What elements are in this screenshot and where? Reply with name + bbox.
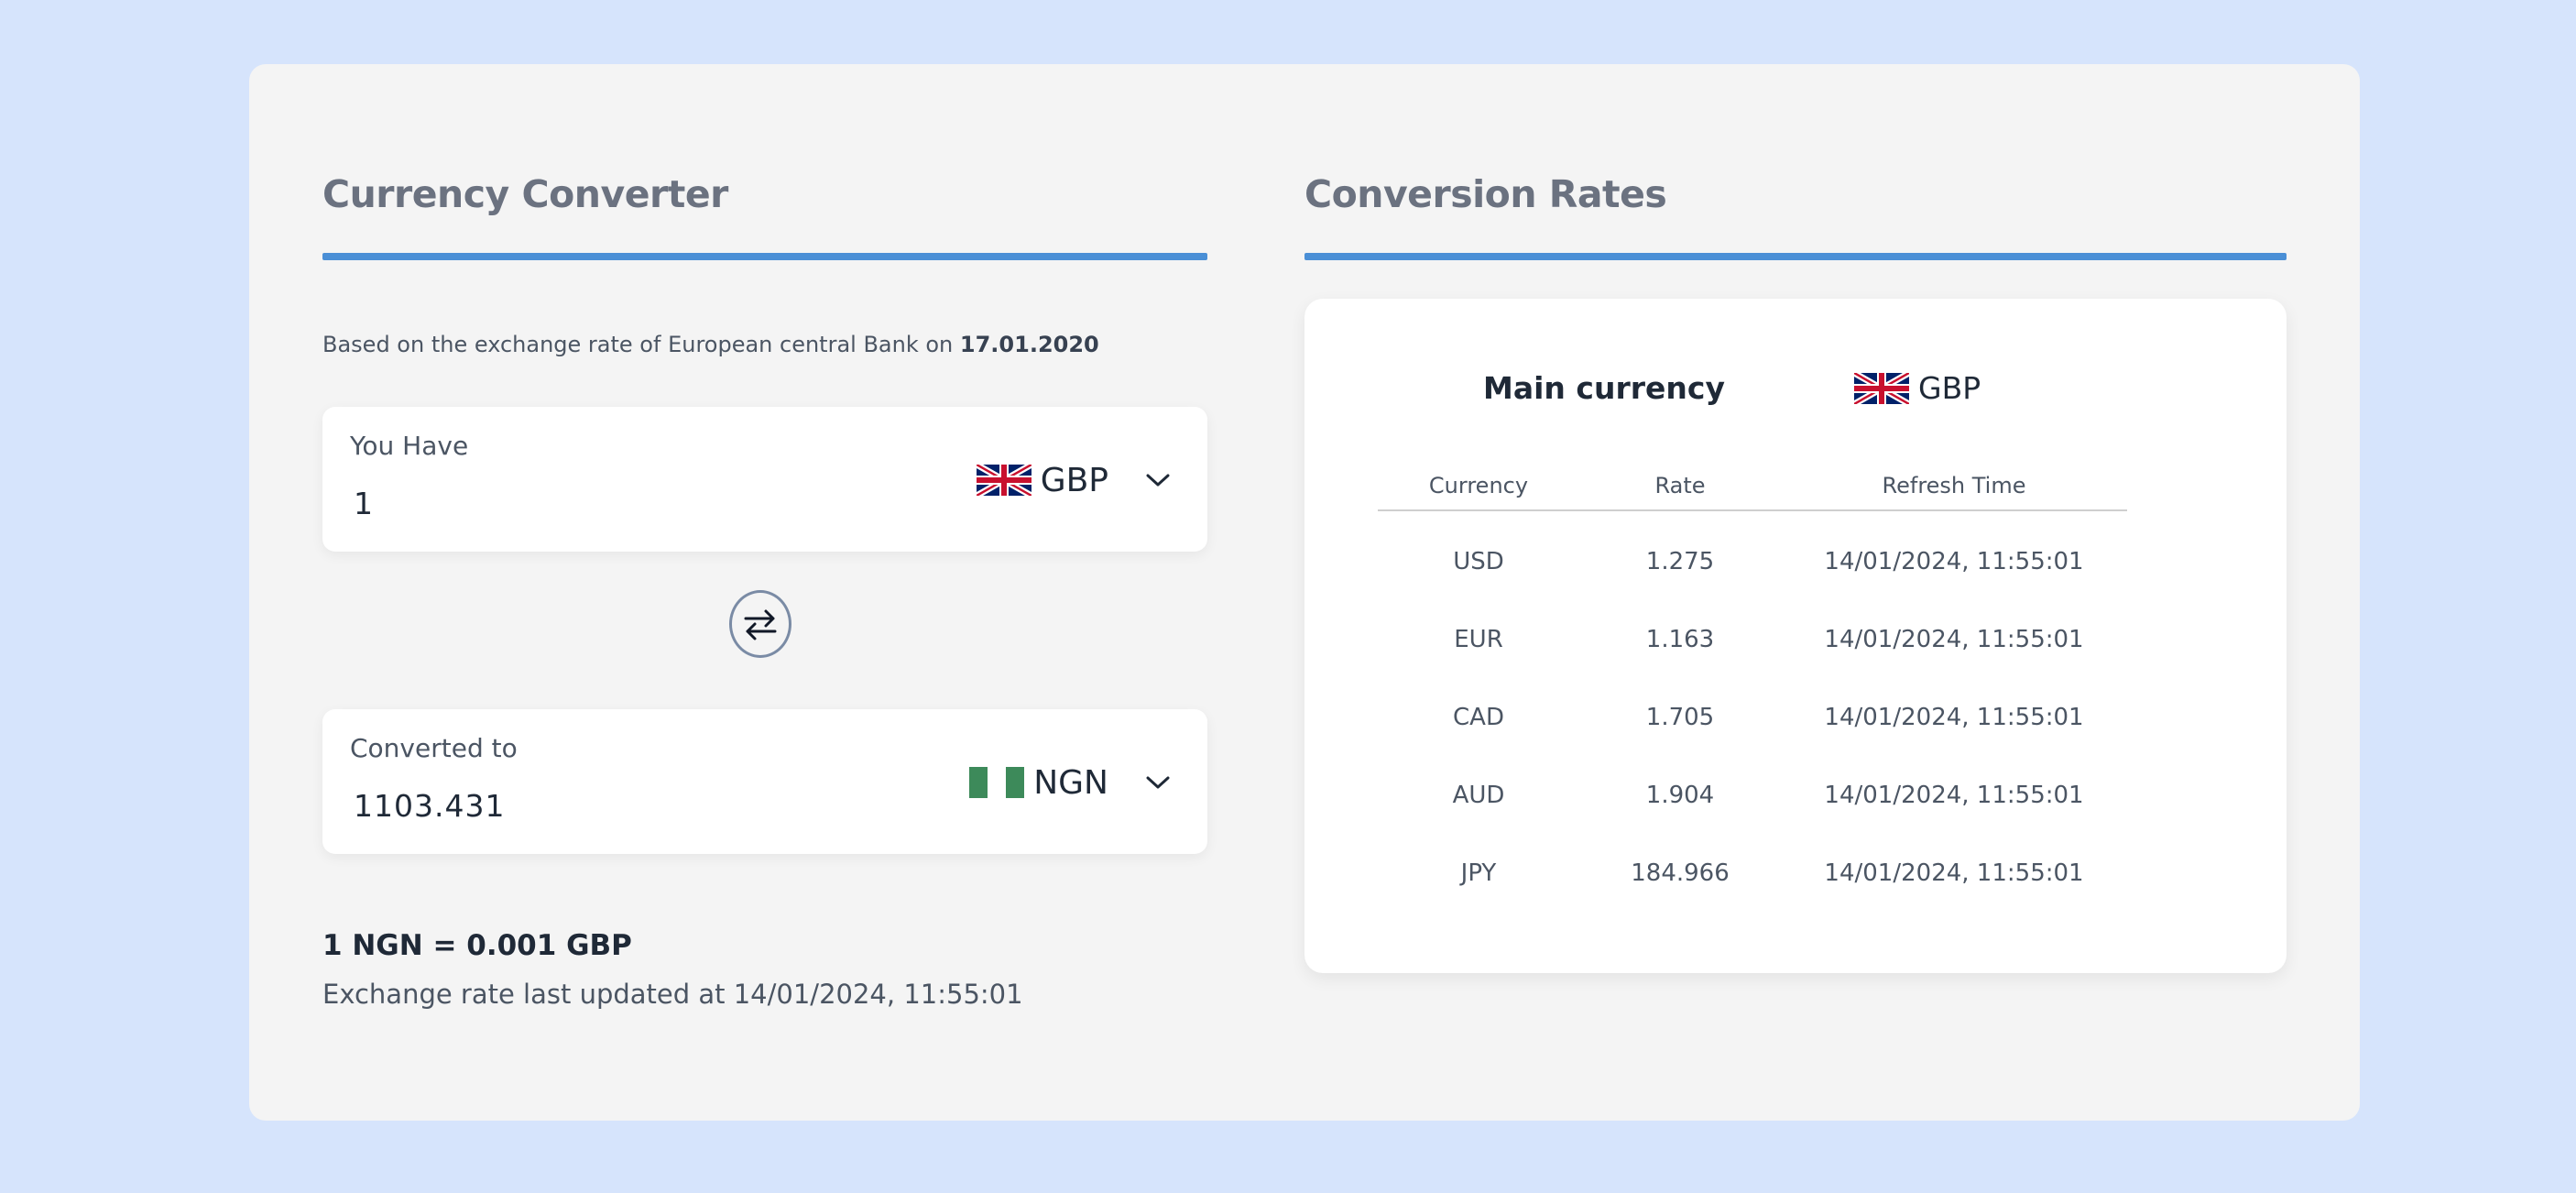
main-currency-display: GBP — [1854, 370, 1981, 406]
to-currency-code: NGN — [1033, 763, 1108, 802]
row-refresh-time: 14/01/2024, 11:55:01 — [1824, 625, 2084, 653]
uk-flag-icon — [1854, 372, 1909, 404]
row-refresh-time: 14/01/2024, 11:55:01 — [1824, 703, 2084, 731]
conversion-rates-title: Conversion Rates — [1304, 172, 1667, 216]
converted-to-box: Converted to 1103.431 NGN — [322, 709, 1207, 854]
converter-title: Currency Converter — [322, 172, 728, 216]
row-rate: 1.904 — [1645, 781, 1715, 809]
rates-table: Currency Rate Refresh Time USD 1.275 14/… — [1378, 462, 2127, 912]
row-rate: 1.163 — [1645, 625, 1715, 653]
you-have-amount-input[interactable]: 1 — [354, 486, 374, 521]
row-rate: 184.966 — [1631, 859, 1730, 887]
main-currency-label: Main currency — [1483, 370, 1725, 406]
converted-to-label: Converted to — [350, 733, 518, 763]
you-have-box: You Have 1 GBP — [322, 407, 1207, 552]
table-row: JPY 184.966 14/01/2024, 11:55:01 — [1378, 834, 2127, 912]
main-currency-code: GBP — [1918, 370, 1981, 406]
row-rate: 1.275 — [1645, 547, 1715, 575]
from-currency-code: GBP — [1040, 461, 1108, 499]
row-currency: JPY — [1460, 859, 1497, 887]
row-currency: CAD — [1453, 703, 1504, 731]
column-header-currency: Currency — [1378, 462, 1579, 511]
chevron-down-icon[interactable] — [1145, 472, 1171, 488]
to-currency-select[interactable]: NGN — [969, 762, 1171, 803]
row-refresh-time: 14/01/2024, 11:55:01 — [1824, 859, 2084, 887]
main-card: Currency Converter Based on the exchange… — [249, 64, 2360, 1121]
converted-amount-value: 1103.431 — [354, 788, 506, 824]
table-row: USD 1.275 14/01/2024, 11:55:01 — [1378, 510, 2127, 600]
table-row: EUR 1.163 14/01/2024, 11:55:01 — [1378, 600, 2127, 678]
row-currency: EUR — [1454, 625, 1503, 653]
you-have-label: You Have — [350, 431, 469, 461]
based-on-text: Based on the exchange rate of European c… — [322, 332, 1099, 357]
column-header-rate: Rate — [1579, 462, 1781, 511]
conversion-rates-title-underline — [1304, 253, 2287, 260]
row-currency: USD — [1453, 547, 1504, 575]
swap-arrows-icon — [744, 609, 777, 640]
row-refresh-time: 14/01/2024, 11:55:01 — [1824, 547, 2084, 575]
conversion-rate-summary: 1 NGN = 0.001 GBP — [322, 929, 632, 962]
chevron-down-icon[interactable] — [1145, 774, 1171, 791]
from-currency-select[interactable]: GBP — [976, 460, 1171, 500]
conversion-rates-panel: Main currency GBP Currency Rate Refresh … — [1304, 299, 2287, 973]
row-refresh-time: 14/01/2024, 11:55:01 — [1824, 781, 2084, 809]
converter-title-underline — [322, 253, 1207, 260]
table-row: AUD 1.904 14/01/2024, 11:55:01 — [1378, 756, 2127, 834]
uk-flag-icon — [976, 465, 1031, 496]
table-row: CAD 1.705 14/01/2024, 11:55:01 — [1378, 678, 2127, 756]
nigeria-flag-icon — [969, 767, 1025, 798]
swap-currencies-button[interactable] — [729, 590, 791, 658]
based-on-date: 17.01.2020 — [959, 332, 1099, 357]
based-on-label: Based on the exchange rate of European c… — [322, 332, 960, 357]
column-header-refresh-time: Refresh Time — [1781, 462, 2127, 511]
last-updated-text: Exchange rate last updated at 14/01/2024… — [322, 979, 1023, 1010]
rates-table-header: Currency Rate Refresh Time — [1378, 462, 2127, 511]
row-currency: AUD — [1452, 781, 1505, 809]
row-rate: 1.705 — [1645, 703, 1715, 731]
